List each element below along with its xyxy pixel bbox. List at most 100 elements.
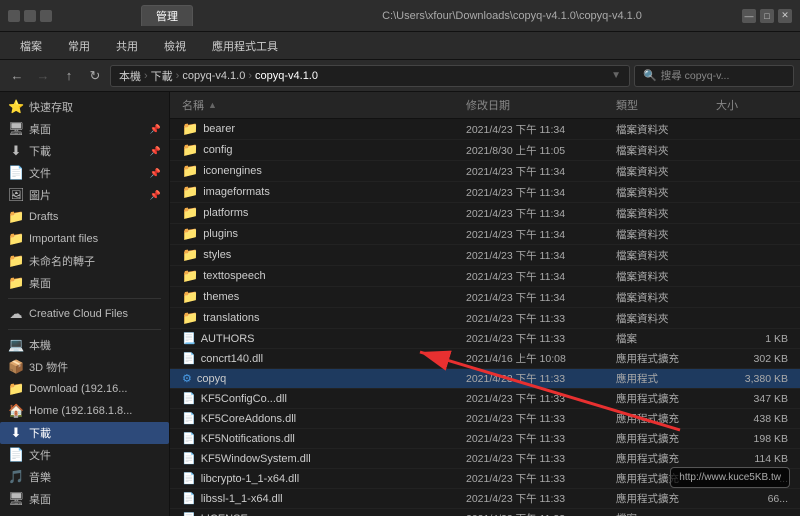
file-row[interactable]: 📄KF5CoreAddons.dll2021/4/23 下午 11:33應用程式… <box>170 409 800 429</box>
col-header-1[interactable]: 修改日期 <box>462 95 612 115</box>
file-date-cell: 2021/4/23 下午 11:33 <box>462 370 612 387</box>
sidebar-item-0-8[interactable]: 📁桌面 <box>0 272 169 294</box>
sidebar-divider-2 <box>8 329 161 330</box>
file-date-cell: 2021/4/23 下午 11:34 <box>462 184 612 201</box>
col-header-2[interactable]: 類型 <box>612 95 712 115</box>
file-type-cell: 應用程式擴充 <box>612 410 712 427</box>
sidebar-item-0-7[interactable]: 📁未命名的轉子 <box>0 250 169 272</box>
sidebar-icon-0-6: 📁 <box>8 231 24 247</box>
sidebar-item-2-6[interactable]: 🎵音樂 <box>0 466 169 488</box>
file-row[interactable]: 📁styles2021/4/23 下午 11:34檔案資料夾 <box>170 245 800 266</box>
file-row[interactable]: 📄KF5WindowSystem.dll2021/4/23 下午 11:33應用… <box>170 449 800 469</box>
sidebar-item-0-6[interactable]: 📁Important files <box>0 228 169 250</box>
sidebar-item-2-3[interactable]: 🏠Home (192.168.1.8... <box>0 400 169 422</box>
back-button[interactable]: ← <box>6 65 28 87</box>
sidebar-item-2-2[interactable]: 📁Download (192.16... <box>0 378 169 400</box>
sidebar-item-0-3[interactable]: 📄文件📌 <box>0 162 169 184</box>
sidebar-item-0-5[interactable]: 📁Drafts <box>0 206 169 228</box>
path-dropdown-icon[interactable]: ▼ <box>611 70 621 81</box>
file-name-text: config <box>203 144 232 156</box>
file-name-text: platforms <box>203 207 248 219</box>
file-name-cell: 📁platforms <box>178 204 462 222</box>
file-row[interactable]: 📁imageformats2021/4/23 下午 11:34檔案資料夾 <box>170 182 800 203</box>
sidebar-label-0-1: 桌面 <box>29 121 51 137</box>
ribbon-tab-manage[interactable]: 管理 <box>141 5 193 26</box>
file-type-cell: 應用程式 <box>612 370 712 387</box>
file-name-text: styles <box>203 249 231 261</box>
sidebar-icon-2-5: 📄 <box>8 447 24 463</box>
file-name-cell: 📁 config <box>178 141 462 159</box>
path-sep-1: › <box>144 70 148 82</box>
sidebar-item-2-5[interactable]: 📄文件 <box>0 444 169 466</box>
address-path[interactable]: 本機 › 下載 › copyq-v4.1.0 › copyq-v4.1.0 ▼ <box>110 65 630 87</box>
file-type-icon: 📄 <box>182 492 196 505</box>
sidebar-item-0-1[interactable]: 🖥桌面📌 <box>0 118 169 140</box>
ribbon-tab-4[interactable]: 應用程式工具 <box>200 34 290 58</box>
file-row[interactable]: 📃AUTHORS2021/4/23 下午 11:33檔案1 KB <box>170 329 800 349</box>
sidebar-item-0-2[interactable]: ⬇下載📌 <box>0 140 169 162</box>
sidebar-icon-2-1: 📦 <box>8 359 24 375</box>
file-row[interactable]: 📁themes2021/4/23 下午 11:34檔案資料夾 <box>170 287 800 308</box>
file-row[interactable]: 📁translations2021/4/23 下午 11:33檔案資料夾 <box>170 308 800 329</box>
file-row[interactable]: 📁config2021/8/30 上午 11:05檔案資料夾 <box>170 140 800 161</box>
file-row[interactable]: 📄libcrypto-1_1-x64.dll2021/4/23 下午 11:33… <box>170 469 800 489</box>
file-name-cell: 📃LICENSE <box>178 511 462 516</box>
file-size-cell: 347 KB <box>712 392 792 406</box>
sidebar-item-1-0[interactable]: ☁Creative Cloud Files <box>0 303 169 325</box>
sidebar-label-0-4: 圖片 <box>29 187 51 203</box>
file-row[interactable]: 📄concrt140.dll2021/4/16 上午 10:08應用程式擴充30… <box>170 349 800 369</box>
col-header-0[interactable]: 名稱 ▲ <box>178 95 462 115</box>
file-row[interactable]: 📁platforms2021/4/23 下午 11:34檔案資料夾 <box>170 203 800 224</box>
forward-button[interactable]: → <box>32 65 54 87</box>
file-row[interactable]: 📃LICENSE2021/4/23 下午 11:33檔案... <box>170 509 800 516</box>
window-controls: — □ ✕ <box>742 9 792 23</box>
path-home: 本機 <box>119 68 141 84</box>
sidebar-item-0-4[interactable]: 🖼圖片📌 <box>0 184 169 206</box>
ribbon-tab-0[interactable]: 檔案 <box>8 34 54 58</box>
sidebar-icon-0-2: ⬇ <box>8 143 24 159</box>
path-sep-3: › <box>248 70 252 82</box>
sidebar-label-0-7: 未命名的轉子 <box>29 253 95 269</box>
sidebar-item-2-0[interactable]: 💻本機 <box>0 334 169 356</box>
sidebar-icon-1-0: ☁ <box>8 306 24 322</box>
sidebar-item-2-4[interactable]: ⬇下載 <box>0 422 169 444</box>
path-current: copyq-v4.1.0 <box>255 70 318 82</box>
sidebar-label-2-3: Home (192.168.1.8... <box>29 405 132 417</box>
sidebar-label-2-0: 本機 <box>29 337 51 353</box>
close-button[interactable]: ✕ <box>778 9 792 23</box>
file-date-cell: 2021/4/23 下午 11:33 <box>462 330 612 347</box>
up-button[interactable]: ↑ <box>58 65 80 87</box>
maximize-button[interactable]: □ <box>760 9 774 23</box>
file-name-cell: 📄libcrypto-1_1-x64.dll <box>178 471 462 486</box>
file-type-icon: 📄 <box>182 412 196 425</box>
file-type-icon: 📁 <box>182 142 198 158</box>
sidebar-label-0-0: 快速存取 <box>29 99 73 115</box>
sidebar-icon-2-6: 🎵 <box>8 469 24 485</box>
file-size-cell <box>712 212 792 214</box>
file-row[interactable]: 📁texttospeech2021/4/23 下午 11:34檔案資料夾 <box>170 266 800 287</box>
sidebar-item-2-7[interactable]: 🖥桌面 <box>0 488 169 510</box>
file-name-cell: 📁bearer <box>178 120 462 138</box>
file-name-text: imageformats <box>203 186 270 198</box>
title-bar-left <box>8 10 52 22</box>
ribbon-tab-1[interactable]: 常用 <box>56 34 102 58</box>
col-header-3[interactable]: 大小 <box>712 95 792 115</box>
file-row[interactable]: 📄libssl-1_1-x64.dll2021/4/23 下午 11:33應用程… <box>170 489 800 509</box>
ribbon-tab-2[interactable]: 共用 <box>104 34 150 58</box>
sidebar-item-2-1[interactable]: 📦3D 物件 <box>0 356 169 378</box>
file-row[interactable]: 📁iconengines2021/4/23 下午 11:34檔案資料夾 <box>170 161 800 182</box>
file-row[interactable]: 📁bearer2021/4/23 下午 11:34檔案資料夾 <box>170 119 800 140</box>
file-row[interactable]: 📄KF5ConfigCo...dll2021/4/23 下午 11:33應用程式… <box>170 389 800 409</box>
file-row[interactable]: ⚙copyq2021/4/23 下午 11:33應用程式3,380 KB <box>170 369 800 389</box>
search-box[interactable]: 🔍 搜尋 copyq-v... <box>634 65 794 87</box>
file-date-cell: 2021/4/23 下午 11:33 <box>462 450 612 467</box>
refresh-button[interactable]: ↻ <box>84 65 106 87</box>
file-date-cell: 2021/4/23 下午 11:34 <box>462 205 612 222</box>
file-size-cell: 114 KB <box>712 452 792 466</box>
minimize-button[interactable]: — <box>742 9 756 23</box>
ribbon-tab-3[interactable]: 檢視 <box>152 34 198 58</box>
sidebar-item-0-0[interactable]: ⭐快速存取 <box>0 96 169 118</box>
file-row[interactable]: 📄KF5Notifications.dll2021/4/23 下午 11:33應… <box>170 429 800 449</box>
file-size-cell: 302 KB <box>712 352 792 366</box>
file-row[interactable]: 📁plugins2021/4/23 下午 11:34檔案資料夾 <box>170 224 800 245</box>
